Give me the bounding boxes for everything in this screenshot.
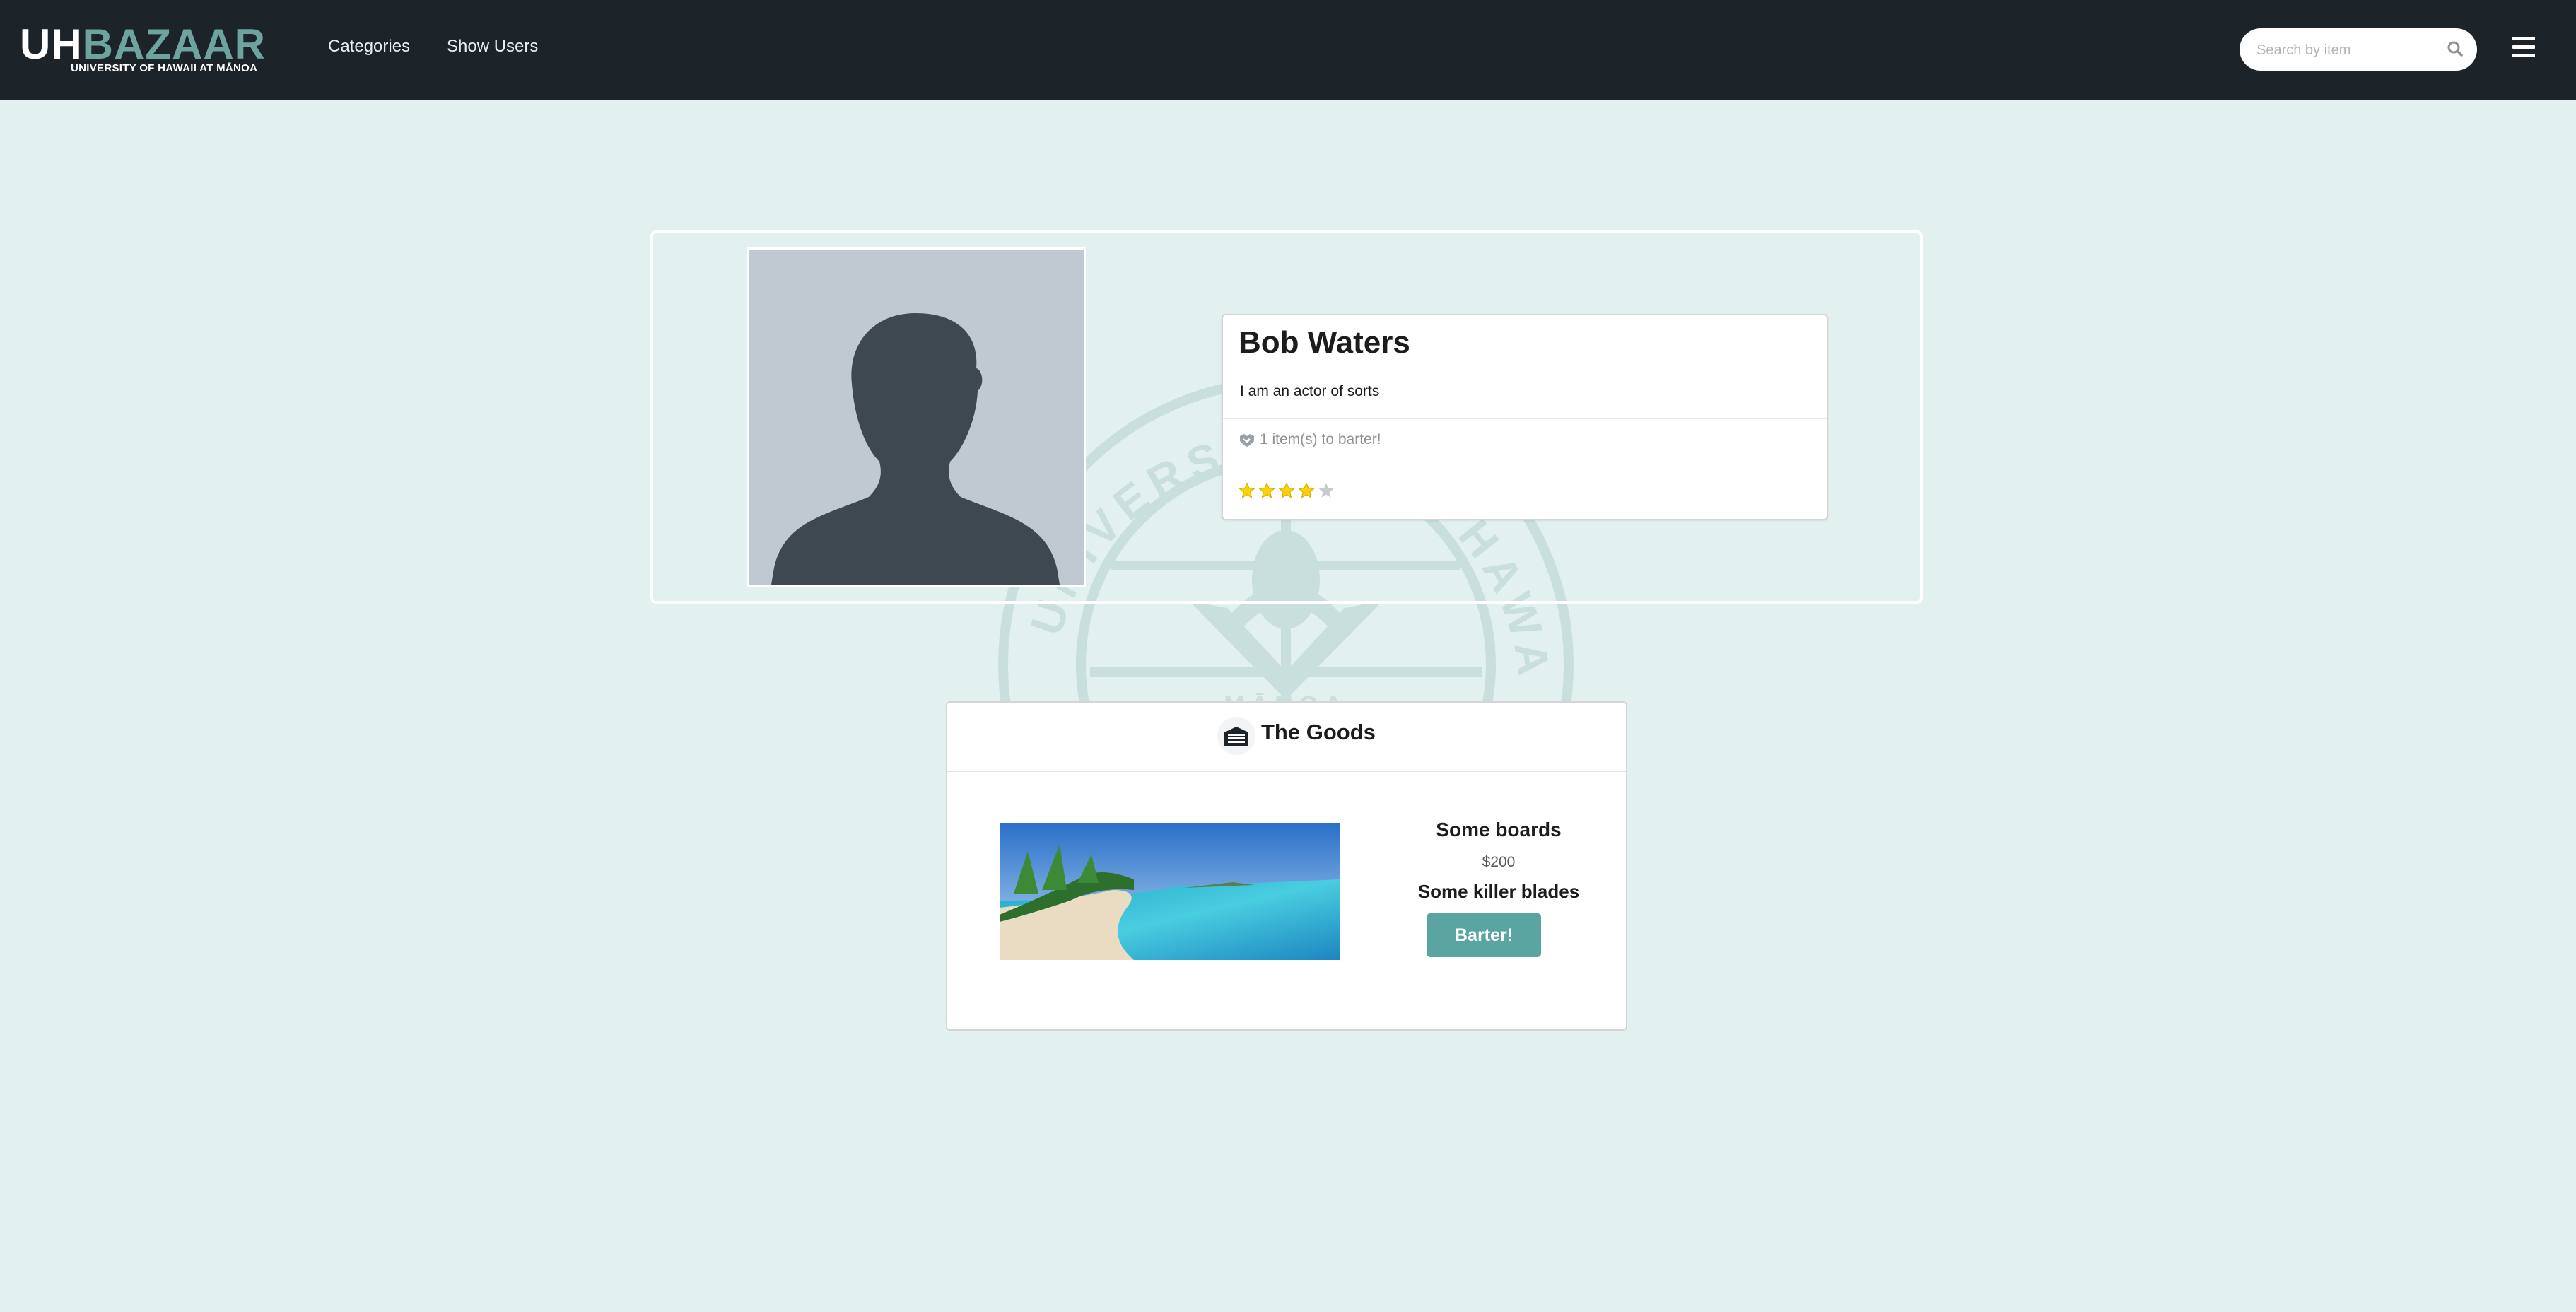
- uh-bazaar-logo[interactable]: UHBAZAAR UNIVERSITY OF HAWAII AT MĀNOA: [20, 21, 267, 76]
- star-empty-icon[interactable]: [1318, 482, 1335, 499]
- search-bar: [2240, 28, 2477, 71]
- goods-header: The Goods: [947, 703, 1626, 772]
- item-image-beach[interactable]: [1000, 823, 1340, 960]
- avatar: [747, 247, 1086, 587]
- warehouse-icon: [1224, 727, 1248, 746]
- logo-wordmark: UHBAZAAR: [20, 20, 266, 68]
- logo-subtitle: UNIVERSITY OF HAWAII AT MĀNOA: [71, 62, 258, 74]
- user-card: Bob Waters I am an actor of sorts 1 item…: [1222, 314, 1828, 520]
- search-input[interactable]: [2255, 37, 2435, 64]
- items-count-text: 1 item(s) to barter!: [1260, 431, 1381, 447]
- items-to-barter: 1 item(s) to barter!: [1239, 431, 1381, 448]
- handshake-icon: [1240, 434, 1254, 447]
- search-icon[interactable]: [2446, 40, 2464, 58]
- star-rating[interactable]: [1239, 482, 1337, 502]
- navbar: UHBAZAAR UNIVERSITY OF HAWAII AT MĀNOA C…: [0, 0, 2576, 100]
- barter-button[interactable]: Barter!: [1427, 913, 1541, 957]
- user-name: Bob Waters: [1239, 325, 1410, 360]
- default-avatar-silhouette-icon: [771, 313, 1060, 585]
- goods-icon-circle: [1217, 717, 1255, 755]
- hamburger-menu-icon[interactable]: [2512, 37, 2535, 58]
- divider: [1223, 418, 1827, 419]
- star-filled-icon[interactable]: [1298, 482, 1315, 499]
- item-name: Some boards: [1436, 819, 1562, 840]
- star-filled-icon[interactable]: [1258, 482, 1275, 499]
- goods-title: The Goods: [1261, 720, 1376, 744]
- user-bio: I am an actor of sorts: [1240, 383, 1380, 399]
- nav-link-show-users[interactable]: Show Users: [447, 34, 538, 59]
- goods-card: The Goods Some boards $200 Some killer b…: [946, 701, 1627, 1031]
- nav-link-categories[interactable]: Categories: [328, 34, 410, 59]
- item-price: $200: [1482, 854, 1516, 870]
- star-filled-icon[interactable]: [1278, 482, 1295, 499]
- star-filled-icon[interactable]: [1239, 482, 1255, 499]
- item-description: Some killer blades: [1417, 881, 1580, 902]
